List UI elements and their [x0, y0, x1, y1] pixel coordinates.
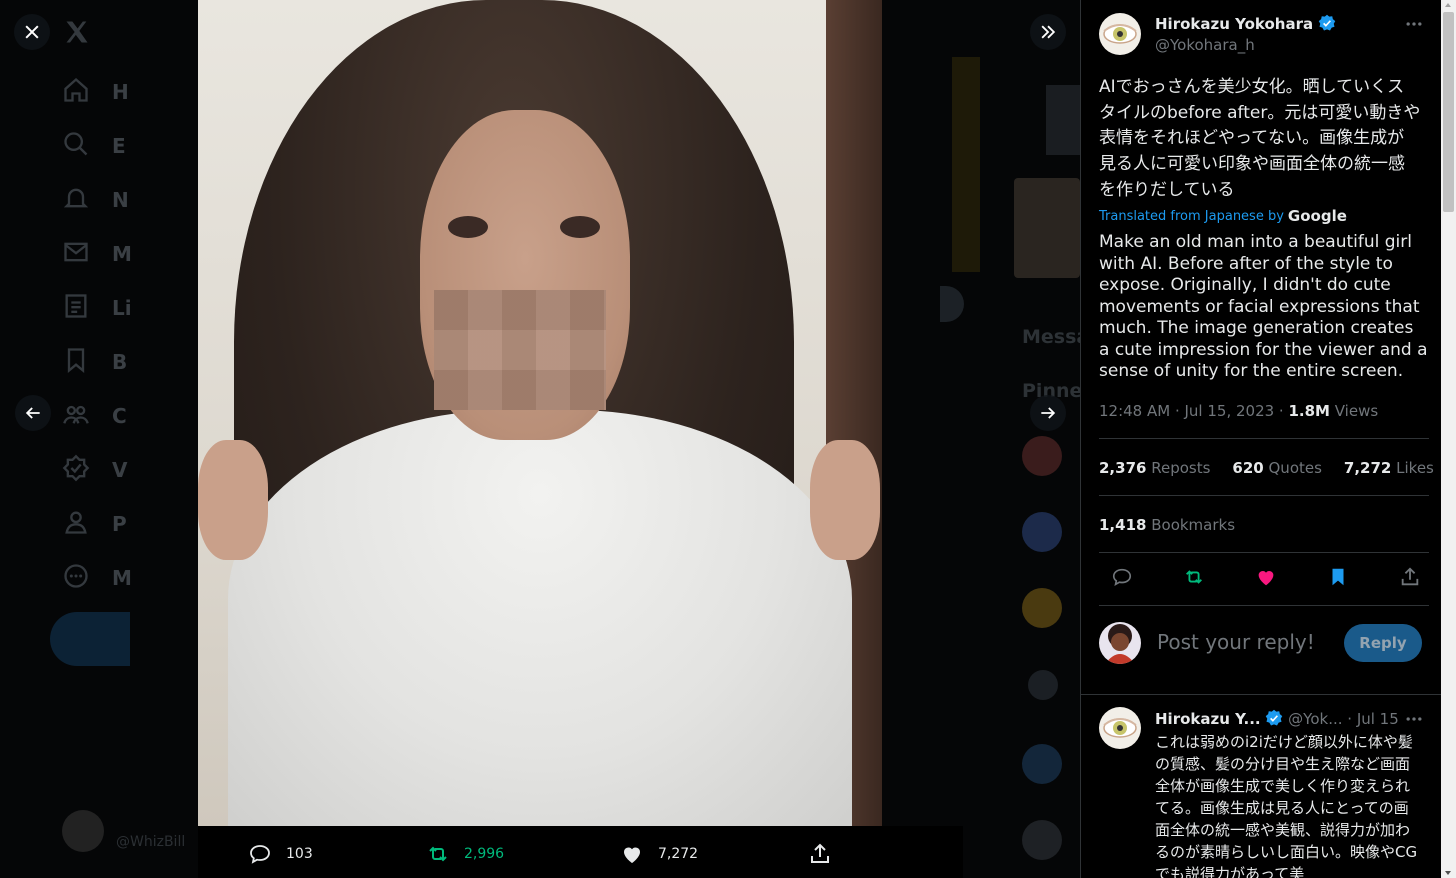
reply-date[interactable]: · Jul 15 — [1343, 710, 1399, 728]
author-name[interactable]: Hirokazu Yokohara — [1155, 15, 1313, 33]
heart-icon — [624, 847, 640, 863]
media-reply-button[interactable]: 103 — [248, 842, 313, 866]
media-retweet-button[interactable]: 2,996 — [426, 842, 504, 866]
media-like-count: 7,272 — [658, 846, 699, 862]
mosaic-blur — [434, 290, 606, 410]
eye-avatar-icon — [1103, 718, 1137, 738]
translated-label: Translated from Japanese by — [1099, 208, 1284, 224]
nav-label-bookmarks: B — [112, 350, 128, 374]
reply-input[interactable]: Post your reply! — [1157, 630, 1315, 654]
translation-attribution[interactable]: Translated from Japanese by Google — [1099, 207, 1347, 225]
reposts-stat[interactable]: 2,376 Reposts — [1099, 459, 1210, 477]
tweet-text-japanese: AIでおっさんを美少女化。晒していくスタイルのbefore after。元は可愛… — [1099, 77, 1421, 200]
mail-icon — [64, 242, 88, 262]
search-icon — [64, 132, 88, 156]
reply-button[interactable]: Reply — [1344, 624, 1422, 662]
list-icon — [65, 294, 87, 318]
views-label: Views — [1329, 402, 1379, 420]
verified-badge-icon — [1318, 14, 1336, 31]
reply-icon[interactable] — [1111, 566, 1133, 588]
current-user-avatar[interactable] — [1099, 622, 1141, 664]
nav-label-messages: M — [112, 242, 132, 266]
nav-label-explore: E — [112, 134, 126, 158]
scroll-down-arrow-icon[interactable] — [1445, 871, 1451, 875]
verified-badge-icon — [1266, 709, 1283, 726]
bookmark-nav-icon — [67, 348, 85, 373]
google-logo-text: Google — [1287, 207, 1347, 225]
close-icon — [25, 25, 39, 39]
quotes-stat[interactable]: 620 Quotes — [1232, 459, 1322, 477]
tweet-text-translated: Make an old man into a beautiful girl wi… — [1099, 232, 1428, 381]
more-circle-icon — [64, 564, 88, 588]
reply-icon — [250, 845, 270, 864]
eye-avatar-icon — [1103, 24, 1137, 44]
reply-author-avatar[interactable] — [1099, 707, 1141, 749]
page-scrollbar[interactable] — [1441, 0, 1456, 878]
close-button[interactable] — [14, 14, 50, 50]
double-chevron-right-icon — [1041, 25, 1056, 39]
divider — [1099, 495, 1429, 496]
retweet-icon[interactable] — [1183, 566, 1205, 588]
tweet-actions — [1111, 566, 1421, 588]
user-avatar-icon — [1105, 624, 1135, 664]
media-like-button[interactable]: 7,272 — [620, 842, 698, 866]
tweet-timestamp[interactable]: 12:48 AM · Jul 15, 2023 · — [1099, 402, 1288, 420]
likes-stat[interactable]: 7,272 Likes — [1344, 459, 1434, 477]
arrow-left-icon — [25, 407, 40, 419]
communities-icon — [63, 405, 89, 424]
more-options-icon[interactable] — [1404, 14, 1424, 34]
author-handle[interactable]: @Yokohara_h — [1155, 36, 1255, 54]
verified-nav-icon — [62, 454, 90, 482]
next-media-button[interactable] — [1030, 395, 1066, 431]
messages-heading-bg: Messa — [1022, 326, 1080, 348]
account-handle-bg: @WhizBill — [116, 834, 186, 850]
divider — [1099, 552, 1429, 553]
reply-text: これは弱めのi2iだけど顔以外に体や髪の質感、髪の分け目や生え際など画面全体が画… — [1155, 733, 1418, 878]
scrollbar-thumb[interactable] — [1443, 12, 1454, 212]
scroll-up-arrow-icon[interactable] — [1445, 3, 1451, 7]
home-icon — [64, 77, 88, 102]
heart-icon[interactable] — [1255, 566, 1277, 588]
bell-icon — [63, 188, 89, 208]
tweet-detail-panel: Hirokazu Yokohara @Yokohara_h AIでおっさんを美少… — [1080, 0, 1441, 878]
media-video[interactable] — [198, 0, 882, 826]
profile-icon — [65, 511, 87, 534]
bookmarks-stats: 1,418 Bookmarks — [1099, 516, 1235, 534]
divider — [1081, 694, 1441, 695]
nav-label-profile: P — [112, 512, 127, 536]
media-retweet-count: 2,996 — [464, 846, 505, 862]
views-count: 1.8M — [1288, 402, 1330, 420]
author-avatar[interactable] — [1099, 13, 1141, 55]
engagement-stats: 2,376 Reposts 620 Quotes 7,272 Likes — [1099, 459, 1434, 477]
collapse-panel-button[interactable] — [1030, 14, 1066, 50]
share-icon[interactable] — [1399, 566, 1421, 588]
nav-label-notifications: N — [112, 188, 129, 212]
tweet-meta: 12:48 AM · Jul 15, 2023 · 1.8M Views — [1099, 402, 1378, 420]
retweet-icon — [429, 846, 447, 862]
divider — [1099, 438, 1429, 439]
bookmarks-stat[interactable]: 1,418 Bookmarks — [1099, 516, 1235, 534]
media-reply-count: 103 — [286, 846, 313, 862]
reply-header: Hirokazu Y... @Yok... · Jul 15 — [1155, 709, 1399, 728]
reply-author-handle[interactable]: @Yok... — [1288, 710, 1342, 728]
nav-label-verified: V — [112, 458, 128, 482]
reply-more-options-icon[interactable] — [1404, 709, 1424, 729]
media-action-bar: 103 2,996 7,272 — [198, 826, 963, 878]
arrow-right-icon — [1041, 407, 1056, 419]
x-logo-icon — [66, 21, 88, 43]
divider — [1099, 605, 1429, 606]
post-button-bg — [50, 612, 130, 666]
reply-author-name[interactable]: Hirokazu Y... — [1155, 710, 1261, 728]
bookmark-icon[interactable] — [1327, 566, 1349, 588]
share-icon — [811, 843, 829, 863]
nav-label-home: H — [112, 80, 129, 104]
media-share-button[interactable] — [808, 842, 832, 866]
previous-media-button[interactable] — [15, 395, 51, 431]
nav-label-more: M — [112, 566, 132, 590]
nav-label-communities: C — [112, 404, 127, 428]
nav-label-lists: Li — [112, 296, 132, 320]
